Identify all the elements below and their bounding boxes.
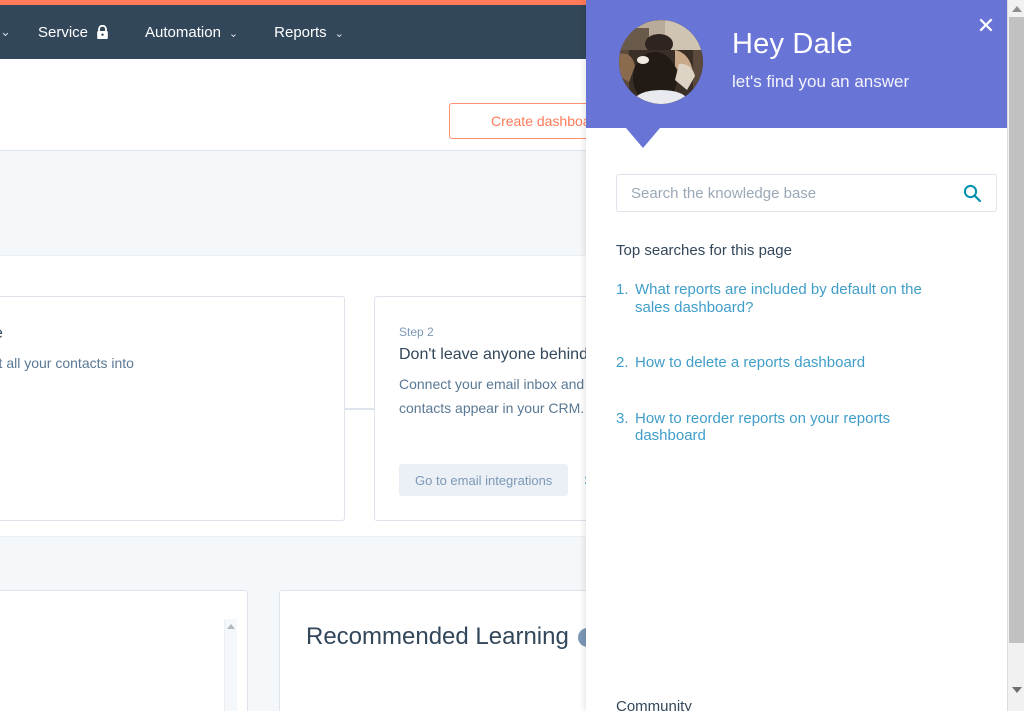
chevron-down-icon: ⌄ — [334, 27, 344, 40]
panel-header: Hey Dale let's find you an answer ✕ — [586, 0, 1024, 128]
close-icon[interactable]: ✕ — [973, 13, 999, 39]
scroll-up-arrow-icon[interactable] — [1008, 0, 1024, 17]
onboarding-card-step-1: our contacts in one place the spreadshee… — [0, 296, 345, 521]
nav-overflow-caret-icon[interactable]: ⌄ — [0, 24, 20, 40]
greeting-block: Hey Dale let's find you an answer — [732, 28, 909, 92]
nav-item-label: Automation — [145, 23, 221, 41]
triangle-down-glyph — [1011, 686, 1022, 693]
triangle-up-glyph — [1011, 5, 1022, 12]
knowledge-base-article-link[interactable]: What reports are included by default on … — [635, 281, 957, 316]
go-to-email-integrations-button[interactable]: Go to email integrations — [399, 464, 569, 496]
card-description-line: pot. — [0, 375, 320, 399]
card-actions: Go to email integrations Sk — [399, 464, 602, 496]
list-item[interactable]: 2. How to delete a reports dashboard — [616, 354, 994, 372]
list-item-number: 2. — [616, 354, 629, 371]
search-input[interactable] — [616, 174, 997, 212]
greeting-title: Hey Dale — [732, 28, 853, 60]
nav-item-service[interactable]: Service — [20, 5, 127, 59]
scroll-up-arrow-icon[interactable] — [227, 624, 235, 629]
nav-item-reports[interactable]: Reports ⌄ — [256, 5, 362, 59]
recommended-learning-label: Recommended Learning — [306, 623, 569, 650]
knowledge-base-article-link[interactable]: How to delete a reports dashboard — [635, 354, 865, 372]
card-description-line: the spreadsheets and import all your con… — [0, 355, 134, 371]
community-title: Community — [616, 698, 692, 711]
chevron-down-icon: ⌄ — [228, 27, 239, 40]
search-icon[interactable] — [962, 183, 982, 203]
nav-item-automation[interactable]: Automation ⌄ — [127, 5, 256, 59]
knowledge-base-panel: Hey Dale let's find you an answer ✕ Top … — [586, 0, 1024, 711]
list-item-number: 1. — [616, 281, 629, 298]
card-scrollbar[interactable] — [224, 619, 237, 711]
list-item-number: 3. — [616, 409, 629, 427]
scrollbar-thumb[interactable] — [1009, 17, 1024, 643]
nav-item-label: Reports — [274, 23, 327, 41]
list-item[interactable]: 1. What reports are included by default … — [616, 281, 994, 316]
search-row — [616, 174, 997, 212]
top-searches-list: 1. What reports are included by default … — [616, 281, 994, 445]
lock-icon — [96, 24, 109, 40]
card-connector-line — [344, 408, 375, 410]
screen-root: ⌄ Service Automation ⌄ Reports ⌄ Create … — [0, 0, 1024, 711]
top-searches-label: Top searches for this page — [616, 242, 792, 259]
community-section: Community Ask the community — [616, 698, 767, 711]
scroll-down-arrow-icon[interactable] — [1008, 681, 1024, 698]
panel-scrollbar[interactable] — [1007, 0, 1024, 711]
nav-item-label: Service — [38, 23, 89, 41]
knowledge-base-article-link[interactable]: How to reorder reports on your reports d… — [635, 410, 957, 445]
recommended-learning-title: Recommended Learning — [306, 623, 597, 651]
panel-pointer-triangle — [626, 128, 660, 148]
bottom-left-card — [0, 590, 248, 711]
avatar — [619, 20, 703, 104]
list-item[interactable]: 3. How to reorder reports on your report… — [616, 410, 994, 445]
greeting-subtitle: let's find you an answer — [732, 72, 910, 91]
panel-body: Top searches for this page 1. What repor… — [586, 174, 1024, 711]
card-title: our contacts in one place — [0, 325, 320, 343]
